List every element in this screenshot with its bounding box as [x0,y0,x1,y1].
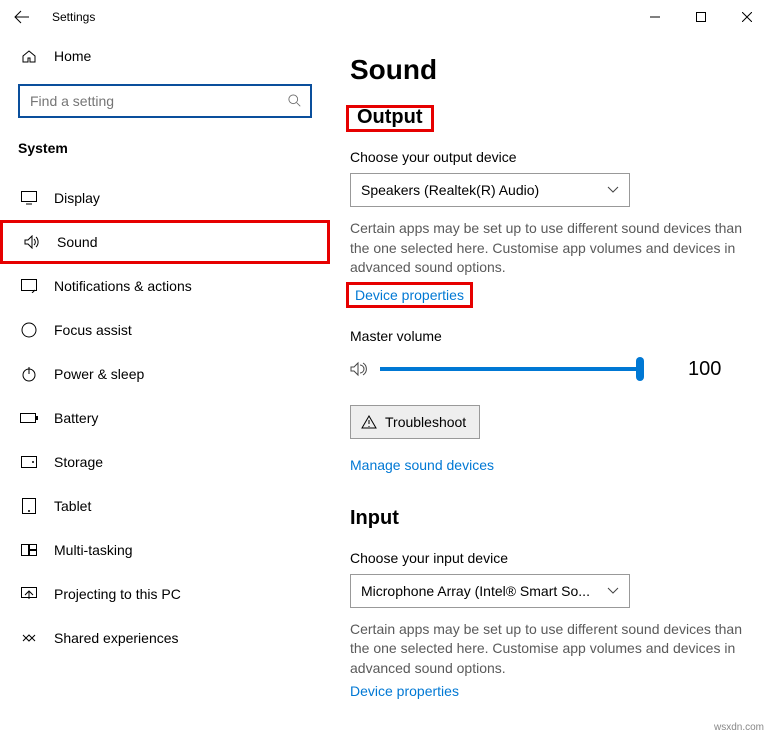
display-icon [18,191,40,205]
arrow-left-icon [14,9,30,25]
tablet-icon [18,498,40,514]
volume-icon[interactable] [350,361,368,377]
maximize-button[interactable] [678,0,724,34]
slider-thumb[interactable] [636,357,644,381]
focus-icon [18,322,40,338]
sidebar-item-tablet[interactable]: Tablet [0,484,330,528]
main-content: Sound Output Choose your output device S… [330,34,770,737]
watermark: wsxdn.com [714,722,764,733]
sidebar-item-label: Sound [57,234,97,250]
sound-icon [21,235,43,249]
warning-icon [361,415,377,429]
chevron-down-icon [607,587,619,595]
sidebar-item-multitasking[interactable]: Multi-tasking [0,528,330,572]
input-heading: Input [350,507,399,530]
sidebar-item-label: Tablet [54,498,91,514]
search-icon [288,94,302,108]
close-icon [742,12,752,22]
power-icon [18,366,40,382]
sidebar-item-display[interactable]: Display [0,176,330,220]
input-device-value: Microphone Array (Intel® Smart So... [361,583,590,599]
sidebar-item-label: Storage [54,454,103,470]
projecting-icon [18,587,40,601]
storage-icon [18,456,40,468]
sidebar-item-storage[interactable]: Storage [0,440,330,484]
volume-value: 100 [688,358,721,381]
home-icon [18,48,40,64]
sidebar-item-sound[interactable]: Sound [0,220,330,264]
output-device-properties-link[interactable]: Device properties [346,282,473,308]
output-desc: Certain apps may be set up to use differ… [350,219,760,278]
sidebar-item-label: Home [54,48,91,64]
sidebar-item-notifications[interactable]: Notifications & actions [0,264,330,308]
minimize-button[interactable] [632,0,678,34]
search-input[interactable] [18,84,312,118]
input-device-properties-link[interactable]: Device properties [350,683,459,699]
input-desc: Certain apps may be set up to use differ… [350,620,760,679]
master-volume-label: Master volume [350,328,760,344]
sidebar-item-focus[interactable]: Focus assist [0,308,330,352]
sidebar-item-label: Power & sleep [54,366,144,382]
output-heading-highlight: Output [346,105,434,132]
volume-slider[interactable] [380,367,640,371]
sidebar-item-label: Display [54,190,100,206]
sidebar-item-label: Battery [54,410,98,426]
battery-icon [18,413,40,423]
sidebar-item-battery[interactable]: Battery [0,396,330,440]
input-choose-label: Choose your input device [350,550,760,566]
input-device-select[interactable]: Microphone Array (Intel® Smart So... [350,574,630,608]
search-field[interactable] [28,92,288,110]
sidebar-item-label: Multi-tasking [54,542,133,558]
back-button[interactable] [0,0,44,34]
notifications-icon [18,279,40,293]
multitasking-icon [18,544,40,556]
sidebar: Home System Display Sound Notifications … [0,34,330,737]
close-button[interactable] [724,0,770,34]
titlebar: Settings [0,0,770,34]
troubleshoot-label: Troubleshoot [385,414,466,430]
output-device-select[interactable]: Speakers (Realtek(R) Audio) [350,173,630,207]
sidebar-item-label: Notifications & actions [54,278,192,294]
output-heading: Output [357,106,423,129]
shared-icon [18,631,40,645]
output-device-value: Speakers (Realtek(R) Audio) [361,182,539,198]
maximize-icon [696,12,706,22]
window-title: Settings [52,10,95,24]
chevron-down-icon [607,186,619,194]
sidebar-item-label: Focus assist [54,322,132,338]
sidebar-item-projecting[interactable]: Projecting to this PC [0,572,330,616]
manage-sound-devices-link[interactable]: Manage sound devices [350,457,494,473]
minimize-icon [650,12,660,22]
sidebar-item-power[interactable]: Power & sleep [0,352,330,396]
sidebar-heading: System [18,140,312,156]
sidebar-item-label: Shared experiences [54,630,179,646]
page-title: Sound [350,54,760,86]
sidebar-item-home[interactable]: Home [0,34,330,78]
troubleshoot-button[interactable]: Troubleshoot [350,405,480,439]
output-choose-label: Choose your output device [350,149,760,165]
sidebar-item-label: Projecting to this PC [54,586,181,602]
sidebar-item-shared[interactable]: Shared experiences [0,616,330,660]
